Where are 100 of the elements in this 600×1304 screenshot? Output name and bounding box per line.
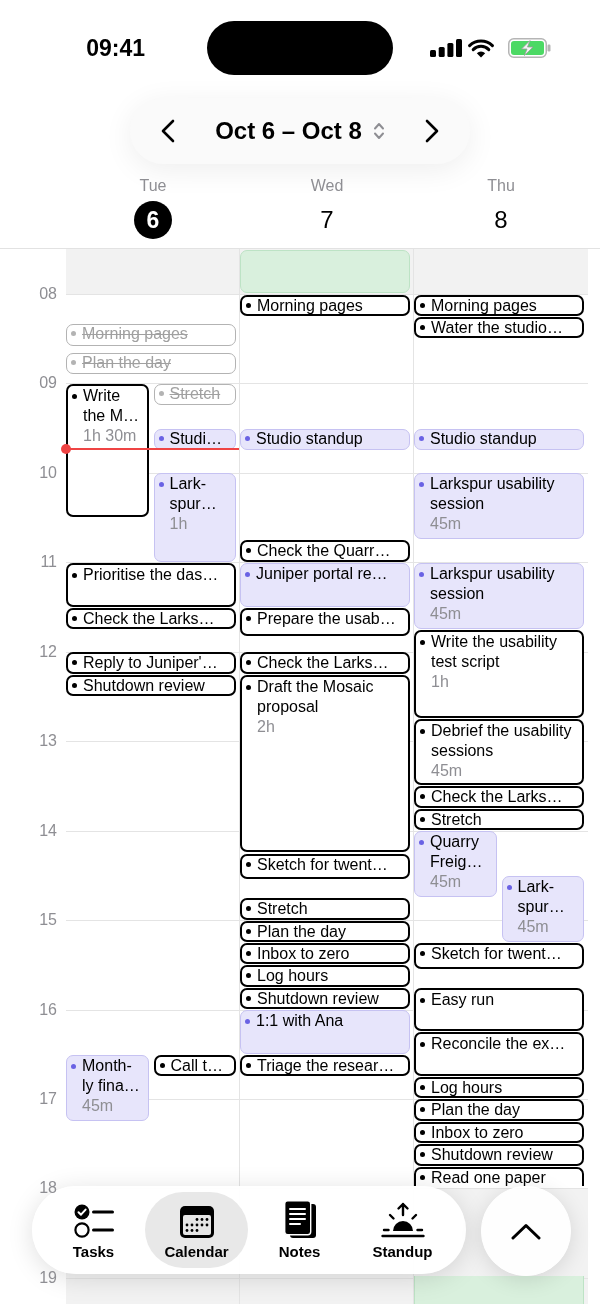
hour-label: 19 (39, 1267, 57, 1288)
bullet-icon (419, 482, 424, 488)
event-title: Sketch for twent… (431, 944, 562, 962)
task-event[interactable]: Easy run (414, 987, 584, 1032)
bullet-icon (419, 435, 424, 441)
event-title: Morning pages (82, 325, 188, 343)
bullet-icon (158, 482, 164, 488)
event-duration: 45m (431, 761, 463, 782)
task-event[interactable]: Call t… (153, 1054, 236, 1077)
task-event[interactable]: Prioritise the das… (66, 562, 236, 607)
meeting-event[interactable]: Lark-spur… 1h (153, 473, 236, 562)
task-event[interactable]: Prepare the usab… (240, 607, 410, 637)
event-title: Debrief the usability sessions (431, 721, 573, 762)
meeting-event[interactable]: Larkspur usability session 45m (414, 562, 584, 629)
task-event[interactable]: Log hours (414, 1077, 584, 1099)
event-duration: 1h 30m (83, 425, 137, 446)
event-title: Stretch (431, 810, 482, 828)
event-duration: 45m (517, 916, 549, 937)
hour-label: 15 (39, 910, 57, 931)
task-event[interactable]: Check the Larks… (66, 607, 236, 629)
calendar-icon (179, 1205, 214, 1238)
event-duration: 1h (169, 514, 188, 535)
hour-label: 09 (39, 373, 57, 394)
meeting-event[interactable]: Studio standup (240, 428, 410, 450)
weekday-label: Tue (139, 176, 167, 196)
event-title: Shutdown review (431, 1146, 553, 1164)
task-event[interactable]: Reconcile the ex… (414, 1032, 584, 1077)
bullet-icon (71, 1063, 76, 1069)
meeting-event[interactable]: Studi… (153, 428, 236, 450)
nav-tab[interactable]: Calendar (145, 1192, 248, 1268)
task-event[interactable]: Log hours (240, 965, 410, 987)
task-event[interactable]: Sketch for twent… (414, 942, 584, 969)
task-event[interactable]: Stretch (240, 898, 410, 920)
task-event[interactable]: Debrief the usability sessions 45m (414, 719, 584, 786)
task-event[interactable]: Triage the resear… (240, 1054, 410, 1077)
bullet-icon (420, 1042, 425, 1048)
task-event[interactable]: Shutdown review (414, 1144, 584, 1166)
task-event[interactable]: Check the Larks… (240, 652, 410, 674)
task-event[interactable]: Stretch (414, 808, 584, 831)
task-event[interactable]: Plan the day (240, 920, 410, 942)
task-event[interactable]: Morning pages (414, 294, 584, 316)
task-event[interactable]: Check the Quarr… (240, 540, 410, 562)
meeting-event[interactable]: Juniper portal re… (240, 562, 410, 607)
task-event[interactable]: Inbox to zero (240, 942, 410, 965)
task-event[interactable]: Water the studio… (414, 316, 584, 339)
task-event[interactable]: Morning pages (240, 294, 410, 316)
task-event[interactable]: Check the Larks… (414, 786, 584, 808)
date-range-picker[interactable]: Oct 6 – Oct 8 (215, 116, 385, 146)
task-event[interactable]: Inbox to zero (414, 1121, 584, 1144)
meeting-event[interactable]: Studio standup (414, 428, 584, 450)
task-event[interactable]: Shutdown review (66, 674, 236, 696)
bullet-icon (246, 995, 251, 1001)
nav-tab[interactable]: Standup (351, 1192, 454, 1268)
bullet-icon (246, 950, 251, 956)
day-number[interactable]: 6 (134, 201, 172, 239)
time-block[interactable] (414, 1276, 584, 1304)
meeting-event[interactable]: Larkspur usability session 45m (414, 473, 584, 540)
event-title: Reply to Juniper'… (83, 654, 218, 672)
task-event[interactable]: Reply to Juniper'… (66, 652, 236, 674)
bullet-icon (420, 302, 425, 308)
task-event[interactable]: Sketch for twent… (240, 853, 410, 880)
meeting-event[interactable]: Lark-spur… 45m (501, 875, 584, 942)
bullet-icon (420, 950, 425, 956)
event-title: Read one paper (431, 1168, 546, 1186)
nav-tab[interactable]: Notes (248, 1192, 351, 1268)
bullet-icon (71, 359, 76, 365)
event-title: Write the usability test script (431, 631, 558, 672)
bullet-icon (420, 324, 425, 330)
event-title: Water the studio… (431, 318, 563, 336)
time-block[interactable] (240, 249, 410, 294)
meeting-event[interactable]: Month-ly fina… 45m (66, 1054, 149, 1121)
weekday-label: Wed (310, 176, 344, 196)
task-event[interactable]: Read one paper (414, 1166, 584, 1186)
meeting-event[interactable]: Quarry Freig… 45m (414, 831, 497, 898)
task-event[interactable]: Plan the day (414, 1099, 584, 1121)
sunrise-icon (380, 1201, 425, 1238)
task-event[interactable]: Draft the Mosaic proposal 2h (240, 674, 410, 853)
bullet-icon (420, 816, 425, 822)
day-number[interactable]: 8 (482, 201, 520, 239)
bullet-icon (246, 548, 251, 554)
bullet-icon (246, 660, 251, 666)
day-number[interactable]: 7 (308, 201, 346, 239)
event-title: Studio standup (256, 429, 363, 447)
task-event[interactable]: Write the M… 1h 30m (66, 383, 149, 518)
event-title: Lark-spur… (169, 474, 218, 515)
meeting-event[interactable]: 1:1 with Ana (240, 1010, 410, 1054)
event-duration: 45m (430, 514, 462, 535)
event-title: Morning pages (431, 296, 537, 314)
chevron-left-icon (161, 119, 175, 143)
bullet-icon (419, 840, 424, 846)
event-title: Larkspur usability session (430, 474, 556, 515)
bullet-icon (246, 1062, 251, 1068)
signal-icon (430, 39, 462, 57)
event-title: Morning pages (257, 296, 363, 314)
bullet-icon (245, 435, 250, 441)
task-event[interactable]: Shutdown review (240, 987, 410, 1009)
event-title: Inbox to zero (257, 944, 350, 962)
up-down-chevron-icon (372, 121, 385, 141)
bullet-icon (246, 928, 251, 934)
task-event[interactable]: Write the usability test script 1h (414, 629, 584, 719)
